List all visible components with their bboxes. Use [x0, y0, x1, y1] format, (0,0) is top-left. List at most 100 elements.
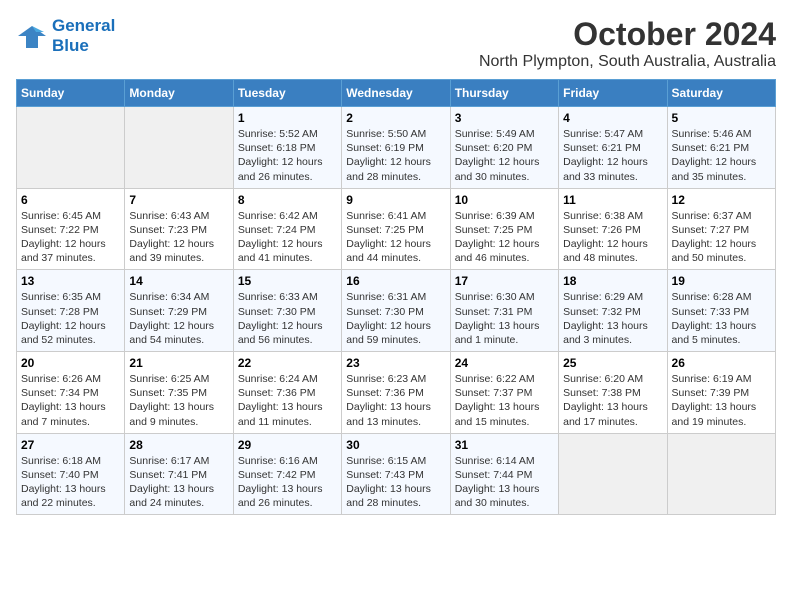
day-info: Sunrise: 5:47 AM Sunset: 6:21 PM Dayligh…: [563, 127, 662, 184]
day-info: Sunrise: 6:37 AM Sunset: 7:27 PM Dayligh…: [672, 209, 771, 266]
header: General Blue October 2024 North Plympton…: [16, 16, 776, 71]
calendar-cell: [125, 107, 233, 189]
day-number: 21: [129, 356, 228, 370]
day-number: 9: [346, 193, 445, 207]
day-info: Sunrise: 6:28 AM Sunset: 7:33 PM Dayligh…: [672, 290, 771, 347]
calendar-cell: 12Sunrise: 6:37 AM Sunset: 7:27 PM Dayli…: [667, 188, 775, 270]
calendar-cell: 29 Sunrise: 6:16 AM Sunset: 7:42 PM Dayli…: [233, 433, 341, 515]
day-number: 26: [672, 356, 771, 370]
day-info: Sunrise: 6:24 AM Sunset: 7:36 PM Dayligh…: [238, 372, 337, 429]
day-number: 11: [563, 193, 662, 207]
day-number: 22: [238, 356, 337, 370]
day-info: Sunrise: 5:50 AM Sunset: 6:19 PM Dayligh…: [346, 127, 445, 184]
day-header-friday: Friday: [559, 80, 667, 107]
page-title: October 2024: [479, 16, 776, 53]
calendar-week-row: 13 Sunrise: 6:35 AM Sunset: 7:28 PM Dayli…: [17, 270, 776, 352]
calendar-cell: 14Sunrise: 6:34 AM Sunset: 7:29 PM Dayli…: [125, 270, 233, 352]
day-info: Sunrise: 6:20 AM Sunset: 7:38 PM Dayligh…: [563, 372, 662, 429]
day-number: 20: [21, 356, 120, 370]
day-header-wednesday: Wednesday: [342, 80, 450, 107]
day-info: Sunrise: 6:34 AM Sunset: 7:29 PM Dayligh…: [129, 290, 228, 347]
day-info: Sunrise: 6:33 AM Sunset: 7:30 PM Dayligh…: [238, 290, 337, 347]
calendar-cell: 21 Sunrise: 6:25 AM Sunset: 7:35 PM Dayli…: [125, 352, 233, 434]
day-info: Sunrise: 6:39 AM Sunset: 7:25 PM Dayligh…: [455, 209, 554, 266]
day-info: Sunrise: 6:31 AM Sunset: 7:30 PM Dayligh…: [346, 290, 445, 347]
day-header-sunday: Sunday: [17, 80, 125, 107]
day-info: Sunrise: 6:45 AM Sunset: 7:22 PM Dayligh…: [21, 209, 120, 266]
calendar-cell: 4 Sunrise: 5:47 AM Sunset: 6:21 PM Daylig…: [559, 107, 667, 189]
day-number: 8: [238, 193, 337, 207]
day-header-monday: Monday: [125, 80, 233, 107]
calendar-cell: 17Sunrise: 6:30 AM Sunset: 7:31 PM Dayli…: [450, 270, 558, 352]
calendar-cell: [17, 107, 125, 189]
day-number: 3: [455, 111, 554, 125]
calendar-cell: 2Sunrise: 5:50 AM Sunset: 6:19 PM Daylig…: [342, 107, 450, 189]
day-number: 13: [21, 274, 120, 288]
calendar-week-row: 1 Sunrise: 5:52 AM Sunset: 6:18 PM Daylig…: [17, 107, 776, 189]
day-number: 27: [21, 438, 120, 452]
calendar-cell: 25 Sunrise: 6:20 AM Sunset: 7:38 PM Dayli…: [559, 352, 667, 434]
title-block: October 2024 North Plympton, South Austr…: [479, 16, 776, 71]
day-info: Sunrise: 6:41 AM Sunset: 7:25 PM Dayligh…: [346, 209, 445, 266]
day-info: Sunrise: 6:16 AM Sunset: 7:42 PM Dayligh…: [238, 454, 337, 511]
day-info: Sunrise: 6:17 AM Sunset: 7:41 PM Dayligh…: [129, 454, 228, 511]
day-header-thursday: Thursday: [450, 80, 558, 107]
calendar-cell: 18Sunrise: 6:29 AM Sunset: 7:32 PM Dayli…: [559, 270, 667, 352]
calendar-week-row: 27 Sunrise: 6:18 AM Sunset: 7:40 PM Dayli…: [17, 433, 776, 515]
calendar-cell: 20 Sunrise: 6:26 AM Sunset: 7:34 PM Dayli…: [17, 352, 125, 434]
day-number: 7: [129, 193, 228, 207]
calendar-week-row: 6 Sunrise: 6:45 AM Sunset: 7:22 PM Daylig…: [17, 188, 776, 270]
calendar-cell: 3 Sunrise: 5:49 AM Sunset: 6:20 PM Daylig…: [450, 107, 558, 189]
logo: General Blue: [16, 16, 115, 56]
day-number: 28: [129, 438, 228, 452]
calendar-cell: 13 Sunrise: 6:35 AM Sunset: 7:28 PM Dayli…: [17, 270, 125, 352]
day-number: 31: [455, 438, 554, 452]
calendar-cell: 26 Sunrise: 6:19 AM Sunset: 7:39 PM Dayli…: [667, 352, 775, 434]
calendar-cell: 15Sunrise: 6:33 AM Sunset: 7:30 PM Dayli…: [233, 270, 341, 352]
calendar-cell: 6 Sunrise: 6:45 AM Sunset: 7:22 PM Daylig…: [17, 188, 125, 270]
day-info: Sunrise: 6:25 AM Sunset: 7:35 PM Dayligh…: [129, 372, 228, 429]
day-number: 25: [563, 356, 662, 370]
calendar-cell: 24 Sunrise: 6:22 AM Sunset: 7:37 PM Dayli…: [450, 352, 558, 434]
day-info: Sunrise: 6:26 AM Sunset: 7:34 PM Dayligh…: [21, 372, 120, 429]
logo-text: General Blue: [52, 16, 115, 56]
logo-icon: [16, 22, 48, 50]
calendar-cell: 28 Sunrise: 6:17 AM Sunset: 7:41 PM Dayli…: [125, 433, 233, 515]
day-number: 6: [21, 193, 120, 207]
day-number: 10: [455, 193, 554, 207]
day-number: 29: [238, 438, 337, 452]
day-header-saturday: Saturday: [667, 80, 775, 107]
calendar-cell: 16 Sunrise: 6:31 AM Sunset: 7:30 PM Dayli…: [342, 270, 450, 352]
page-subtitle: North Plympton, South Australia, Austral…: [479, 53, 776, 71]
calendar-cell: 1 Sunrise: 5:52 AM Sunset: 6:18 PM Daylig…: [233, 107, 341, 189]
day-info: Sunrise: 6:43 AM Sunset: 7:23 PM Dayligh…: [129, 209, 228, 266]
day-number: 30: [346, 438, 445, 452]
day-info: Sunrise: 6:38 AM Sunset: 7:26 PM Dayligh…: [563, 209, 662, 266]
calendar-cell: 30Sunrise: 6:15 AM Sunset: 7:43 PM Dayli…: [342, 433, 450, 515]
day-number: 19: [672, 274, 771, 288]
day-number: 23: [346, 356, 445, 370]
day-info: Sunrise: 6:23 AM Sunset: 7:36 PM Dayligh…: [346, 372, 445, 429]
calendar-cell: 9 Sunrise: 6:41 AM Sunset: 7:25 PM Daylig…: [342, 188, 450, 270]
day-number: 24: [455, 356, 554, 370]
calendar-cell: 19 Sunrise: 6:28 AM Sunset: 7:33 PM Dayli…: [667, 270, 775, 352]
calendar-week-row: 20 Sunrise: 6:26 AM Sunset: 7:34 PM Dayli…: [17, 352, 776, 434]
calendar-cell: 23 Sunrise: 6:23 AM Sunset: 7:36 PM Dayli…: [342, 352, 450, 434]
calendar-cell: 5Sunrise: 5:46 AM Sunset: 6:21 PM Daylig…: [667, 107, 775, 189]
calendar-cell: 27 Sunrise: 6:18 AM Sunset: 7:40 PM Dayli…: [17, 433, 125, 515]
day-header-tuesday: Tuesday: [233, 80, 341, 107]
day-info: Sunrise: 6:30 AM Sunset: 7:31 PM Dayligh…: [455, 290, 554, 347]
day-number: 16: [346, 274, 445, 288]
day-number: 1: [238, 111, 337, 125]
day-number: 4: [563, 111, 662, 125]
day-info: Sunrise: 5:52 AM Sunset: 6:18 PM Dayligh…: [238, 127, 337, 184]
day-info: Sunrise: 6:18 AM Sunset: 7:40 PM Dayligh…: [21, 454, 120, 511]
calendar-cell: [559, 433, 667, 515]
day-info: Sunrise: 5:49 AM Sunset: 6:20 PM Dayligh…: [455, 127, 554, 184]
calendar-cell: 10 Sunrise: 6:39 AM Sunset: 7:25 PM Dayli…: [450, 188, 558, 270]
day-info: Sunrise: 6:19 AM Sunset: 7:39 PM Dayligh…: [672, 372, 771, 429]
day-info: Sunrise: 6:42 AM Sunset: 7:24 PM Dayligh…: [238, 209, 337, 266]
day-info: Sunrise: 6:35 AM Sunset: 7:28 PM Dayligh…: [21, 290, 120, 347]
day-info: Sunrise: 6:22 AM Sunset: 7:37 PM Dayligh…: [455, 372, 554, 429]
calendar-cell: 11 Sunrise: 6:38 AM Sunset: 7:26 PM Dayli…: [559, 188, 667, 270]
